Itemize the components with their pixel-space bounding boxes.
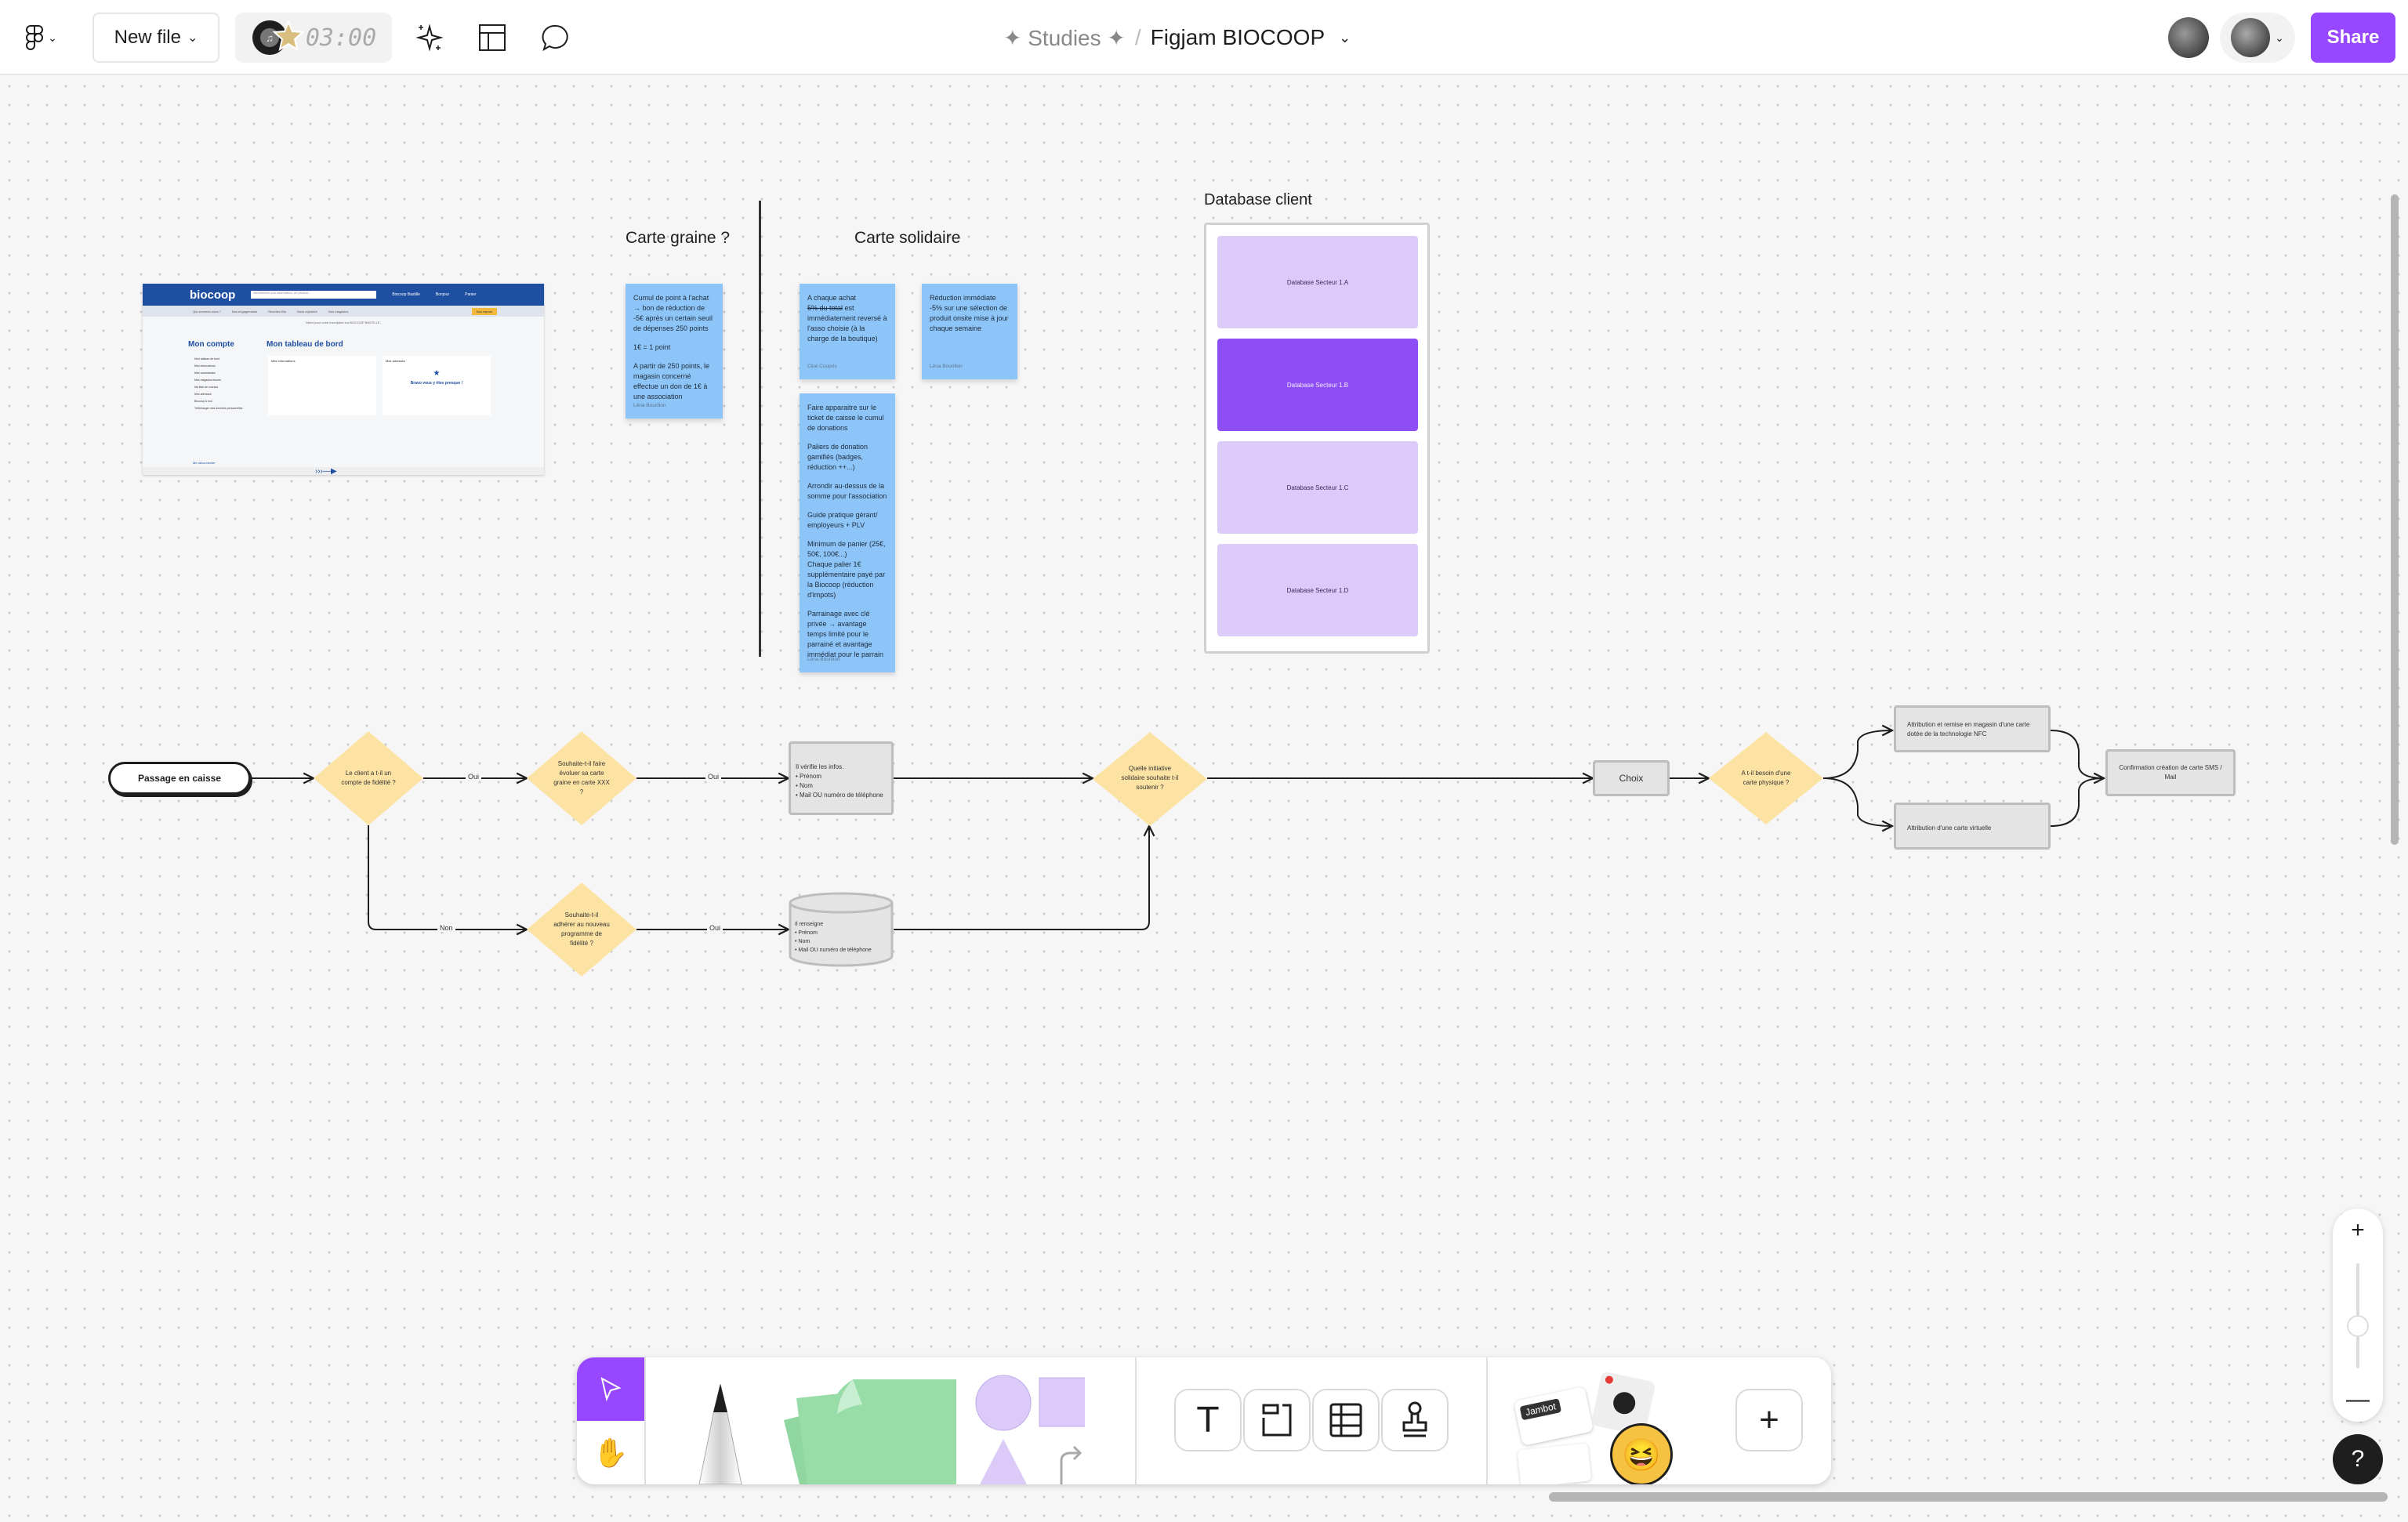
avatar[interactable] [2168, 17, 2209, 58]
creation-toolbar: ✋ T Jambot 😆 + [577, 1357, 1831, 1484]
select-tool[interactable] [577, 1357, 644, 1421]
toolbar-divider [644, 1357, 646, 1484]
choice-node[interactable]: Choix [1593, 760, 1670, 796]
flow-start-node[interactable]: Passage en caisse [108, 762, 251, 795]
stamp-icon [1402, 1401, 1427, 1437]
vertical-scrollbar[interactable] [2391, 194, 2399, 845]
connector [1822, 777, 1892, 826]
main-menu-button[interactable]: ⌄ [17, 20, 64, 55]
connector [2050, 730, 2104, 778]
collaborators-menu[interactable]: ⌄ [2220, 13, 2295, 63]
breadcrumb-separator: / [1134, 25, 1141, 49]
chevron-down-icon: ⌄ [48, 31, 57, 44]
comments-button[interactable] [539, 22, 571, 53]
breadcrumb-project[interactable]: ✦ Studies ✦ [1003, 25, 1126, 51]
avatar [2231, 18, 2271, 57]
process-node-virtual[interactable]: Attribution d'une carte virtuelle [1894, 803, 2051, 850]
zoom-out-button[interactable]: — [2333, 1384, 2383, 1415]
edge-label-oui: Oui [705, 773, 722, 781]
help-button[interactable]: ? [2333, 1434, 2383, 1484]
plus-icon: + [2351, 1217, 2365, 1243]
edge-label-non: Non [437, 924, 455, 932]
jambot-widget-card: Jambot [1513, 1386, 1594, 1446]
more-tool[interactable]: + [1735, 1389, 1803, 1451]
hand-tool[interactable]: ✋ [577, 1421, 644, 1484]
connector [368, 825, 527, 930]
shapes-icon [975, 1375, 1090, 1484]
toolbar-divider [1135, 1357, 1137, 1484]
breadcrumb: ✦ Studies ✦ / Figjam BIOCOOP ⌄ [1003, 19, 1351, 56]
zoom-in-button[interactable]: + [2333, 1215, 2383, 1246]
widgets-tool[interactable]: Jambot 😆 [1510, 1368, 1682, 1484]
edge-label-oui: Oui [466, 773, 482, 781]
section-icon [1262, 1404, 1292, 1437]
process-node[interactable]: Il vérifie les infos. • Prénom • Nom • M… [789, 741, 894, 815]
marker-tool[interactable] [685, 1381, 756, 1484]
svg-text:♫: ♫ [266, 32, 274, 44]
file-menu-button[interactable]: New file ⌄ [92, 13, 219, 63]
text-icon: T [1197, 1400, 1219, 1440]
share-button[interactable]: Share [2311, 13, 2395, 63]
templates-button[interactable] [477, 22, 508, 53]
section-tool[interactable] [1243, 1389, 1311, 1451]
hand-icon: ✋ [593, 1436, 629, 1469]
connector [1822, 730, 1892, 779]
zoom-control: + — [2333, 1209, 2383, 1422]
comment-icon [542, 24, 568, 52]
zoom-slider-thumb[interactable] [2347, 1315, 2369, 1338]
connector [894, 826, 1149, 930]
toolbar-divider [1486, 1357, 1488, 1484]
file-title[interactable]: Figjam BIOCOOP [1151, 25, 1325, 50]
plus-icon: + [1759, 1401, 1779, 1439]
chevron-down-icon[interactable]: ⌄ [1339, 30, 1351, 46]
top-bar: ⌄ New file ⌄ ♫ 03:00 ✦ Studies ✦ / Figja… [0, 0, 2408, 75]
shapes-tool[interactable] [975, 1368, 1090, 1484]
edge-label-oui: Oui [707, 924, 723, 932]
cursor-icon [600, 1376, 622, 1401]
chevron-down-icon: ⌄ [2275, 31, 2284, 44]
alignment-widget-card [1517, 1443, 1592, 1484]
chevron-down-icon: ⌄ [187, 31, 198, 45]
sticky-note-tool[interactable] [784, 1379, 956, 1484]
sparkle-icon [415, 24, 444, 52]
table-icon [1329, 1403, 1362, 1437]
timer-widget[interactable]: ♫ 03:00 [235, 13, 392, 63]
ai-button[interactable] [412, 20, 447, 55]
figma-logo-icon [26, 25, 44, 50]
table-tool[interactable] [1312, 1389, 1380, 1451]
music-timer-icon: ♫ [252, 20, 305, 55]
connector [2050, 777, 2105, 827]
layout-icon [479, 24, 506, 51]
board-canvas[interactable]: biocoop Rechercher une information, un p… [0, 77, 2408, 1522]
minus-icon: — [2346, 1386, 2370, 1412]
process-node-confirmation[interactable]: Confirmation création de carte SMS / Mai… [2105, 749, 2236, 796]
process-node-nfc[interactable]: Attribution et remise en magasin d'une c… [1894, 705, 2051, 752]
stamp-tool[interactable] [1381, 1389, 1449, 1451]
text-tool[interactable]: T [1174, 1389, 1242, 1451]
horizontal-scrollbar[interactable] [1549, 1492, 2388, 1502]
timer-display: 03:00 [305, 24, 377, 52]
emoji-laugh-icon: 😆 [1610, 1423, 1673, 1484]
